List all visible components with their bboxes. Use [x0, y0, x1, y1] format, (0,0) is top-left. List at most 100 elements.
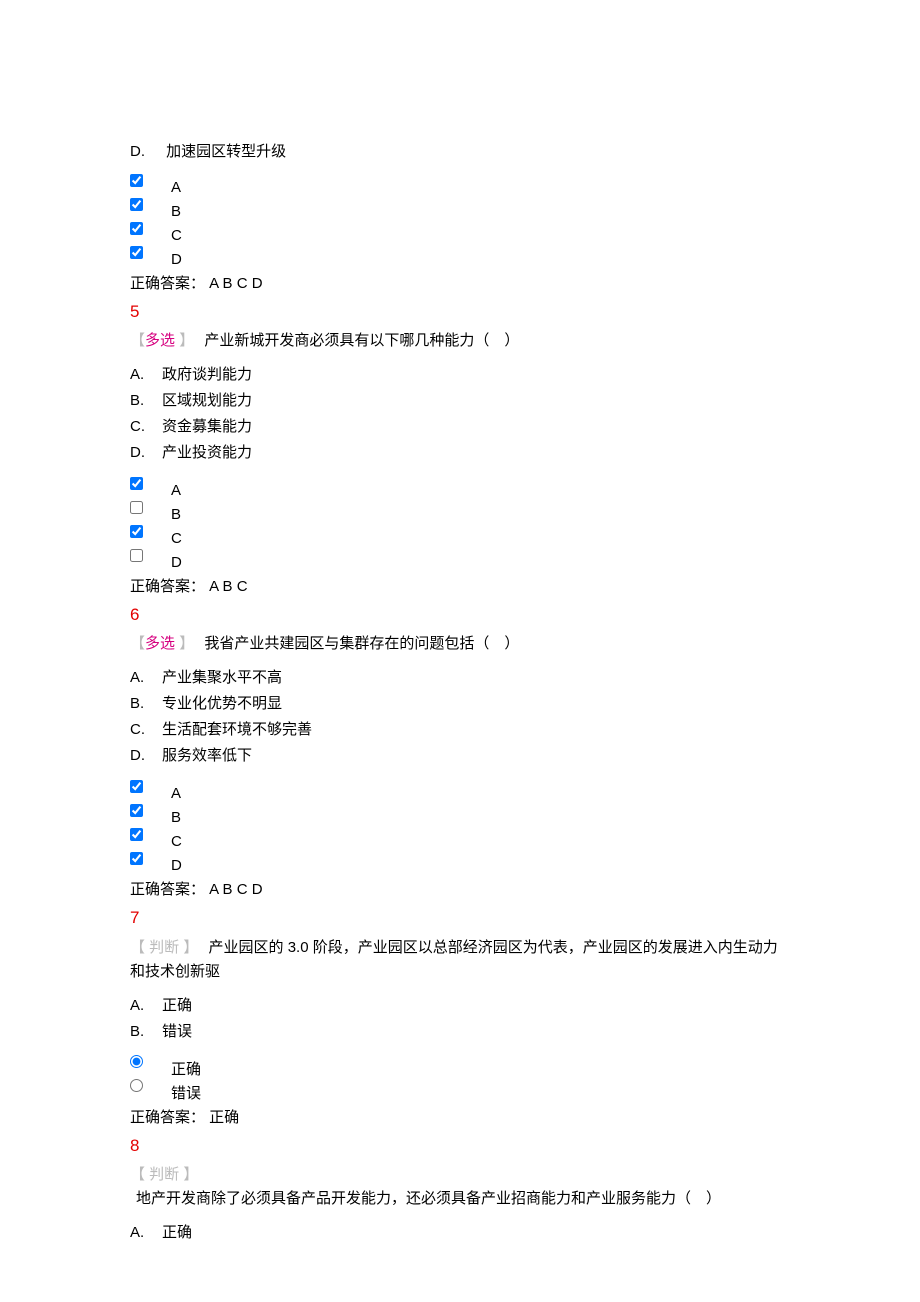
- option-b: B.错误: [130, 1020, 790, 1044]
- radio-true[interactable]: [130, 1055, 143, 1068]
- option-c: C.资金募集能力: [130, 415, 790, 439]
- option-prefix: A.: [130, 666, 162, 690]
- checkbox-row-c: C: [130, 523, 790, 547]
- answer-label: 正确答案：: [130, 1109, 205, 1126]
- bracket-open: 【: [130, 332, 145, 349]
- option-text: 产业集聚水平不高: [162, 669, 282, 686]
- option-text: 正确: [162, 997, 192, 1014]
- checkbox-group: A B C D: [130, 172, 790, 268]
- checkbox-b[interactable]: [130, 501, 143, 514]
- checkbox-label: A: [171, 479, 181, 503]
- checkbox-row-a: A: [130, 475, 790, 499]
- options-block: A.正确 B.错误: [130, 994, 790, 1044]
- question-type: 多选: [145, 635, 179, 652]
- option-d: D.产业投资能力: [130, 441, 790, 465]
- checkbox-a[interactable]: [130, 477, 143, 490]
- checkbox-group: A B C D: [130, 475, 790, 571]
- checkbox-a[interactable]: [130, 780, 143, 793]
- correct-answer: 正确答案： A B C: [130, 575, 790, 599]
- checkbox-label: C: [171, 527, 182, 551]
- checkbox-row-b: B: [130, 196, 790, 220]
- question-text: 地产开发商除了必须具备产品开发能力，还必须具备产业招商能力和产业服务能力（ ）: [136, 1190, 721, 1207]
- option-text: 专业化优势不明显: [162, 695, 282, 712]
- checkbox-row-c: C: [130, 826, 790, 850]
- question-number: 5: [130, 298, 790, 325]
- correct-answer: 正确答案： A B C D: [130, 878, 790, 902]
- checkbox-label: A: [171, 782, 181, 806]
- option-prefix: C.: [130, 415, 162, 439]
- option-prefix: B.: [130, 389, 162, 413]
- question-number: 8: [130, 1132, 790, 1159]
- option-prefix: A.: [130, 1221, 162, 1245]
- checkbox-c[interactable]: [130, 828, 143, 841]
- answer-value: A B C D: [205, 881, 263, 898]
- checkbox-b[interactable]: [130, 804, 143, 817]
- checkbox-a[interactable]: [130, 174, 143, 187]
- option-prefix: A.: [130, 363, 162, 387]
- option-text: 加速园区转型升级: [166, 143, 286, 160]
- checkbox-label: B: [171, 806, 181, 830]
- bracket-open: 【: [130, 635, 145, 652]
- question-7: 7 【 判断 】 产业园区的 3.0 阶段，产业园区以总部经济园区为代表，产业园…: [130, 904, 790, 1129]
- answer-label: 正确答案：: [130, 275, 205, 292]
- radio-false[interactable]: [130, 1079, 143, 1092]
- checkbox-row-a: A: [130, 778, 790, 802]
- option-text: 服务效率低下: [162, 747, 252, 764]
- checkbox-d[interactable]: [130, 852, 143, 865]
- checkbox-d[interactable]: [130, 549, 143, 562]
- options-block: A.政府谈判能力 B.区域规划能力 C.资金募集能力 D.产业投资能力: [130, 363, 790, 465]
- bracket-open: 【: [130, 1166, 149, 1183]
- checkbox-row-d: D: [130, 244, 790, 268]
- radio-row-true: 正确: [130, 1054, 790, 1078]
- option-text: 政府谈判能力: [162, 366, 252, 383]
- option-prefix: A.: [130, 994, 162, 1018]
- bracket-close: 】: [183, 1166, 198, 1183]
- question-text: 产业新城开发商必须具有以下哪几种能力（ ）: [200, 332, 519, 349]
- checkbox-label: A: [171, 176, 181, 200]
- question-header: 【 判断 】 地产开发商除了必须具备产品开发能力，还必须具备产业招商能力和产业服…: [130, 1163, 790, 1211]
- checkbox-row-d: D: [130, 850, 790, 874]
- option-prefix: D.: [130, 140, 162, 164]
- checkbox-row-c: C: [130, 220, 790, 244]
- bracket-close: 】: [179, 332, 194, 349]
- radio-label: 正确: [171, 1058, 201, 1082]
- checkbox-label: D: [171, 248, 182, 272]
- checkbox-row-b: B: [130, 499, 790, 523]
- option-text: 错误: [162, 1023, 192, 1040]
- option-prefix: C.: [130, 718, 162, 742]
- question-6: 6 【多选 】 我省产业共建园区与集群存在的问题包括（ ） A.产业集聚水平不高…: [130, 601, 790, 902]
- checkbox-label: B: [171, 200, 181, 224]
- bracket-close: 】: [183, 939, 198, 956]
- question-number: 7: [130, 904, 790, 931]
- question-text: 产业园区的 3.0 阶段，产业园区以总部经济园区为代表，产业园区的发展进入内生动…: [130, 939, 778, 980]
- option-d: D. 加速园区转型升级: [130, 140, 790, 164]
- checkbox-c[interactable]: [130, 222, 143, 235]
- checkbox-label: D: [171, 854, 182, 878]
- option-prefix: B.: [130, 692, 162, 716]
- bracket-close: 】: [179, 635, 194, 652]
- option-prefix: D.: [130, 744, 162, 768]
- checkbox-d[interactable]: [130, 246, 143, 259]
- options-block: A.正确: [130, 1221, 790, 1245]
- question-header: 【多选 】 产业新城开发商必须具有以下哪几种能力（ ）: [130, 329, 790, 353]
- option-d: D.服务效率低下: [130, 744, 790, 768]
- checkbox-label: C: [171, 830, 182, 854]
- option-text: 产业投资能力: [162, 444, 252, 461]
- option-prefix: D.: [130, 441, 162, 465]
- correct-answer: 正确答案： A B C D: [130, 272, 790, 296]
- answer-label: 正确答案：: [130, 881, 205, 898]
- option-c: C.生活配套环境不够完善: [130, 718, 790, 742]
- question-4-tail: D. 加速园区转型升级 A B C D 正确答案： A B C D: [130, 140, 790, 296]
- question-type: 判断: [149, 939, 183, 956]
- correct-answer: 正确答案： 正确: [130, 1106, 790, 1130]
- checkbox-group: A B C D: [130, 778, 790, 874]
- answer-value: 正确: [205, 1109, 239, 1126]
- question-8: 8 【 判断 】 地产开发商除了必须具备产品开发能力，还必须具备产业招商能力和产…: [130, 1132, 790, 1245]
- checkbox-c[interactable]: [130, 525, 143, 538]
- checkbox-b[interactable]: [130, 198, 143, 211]
- checkbox-label: D: [171, 551, 182, 575]
- option-b: B.区域规划能力: [130, 389, 790, 413]
- radio-group: 正确 错误: [130, 1054, 790, 1102]
- question-number: 6: [130, 601, 790, 628]
- checkbox-row-d: D: [130, 547, 790, 571]
